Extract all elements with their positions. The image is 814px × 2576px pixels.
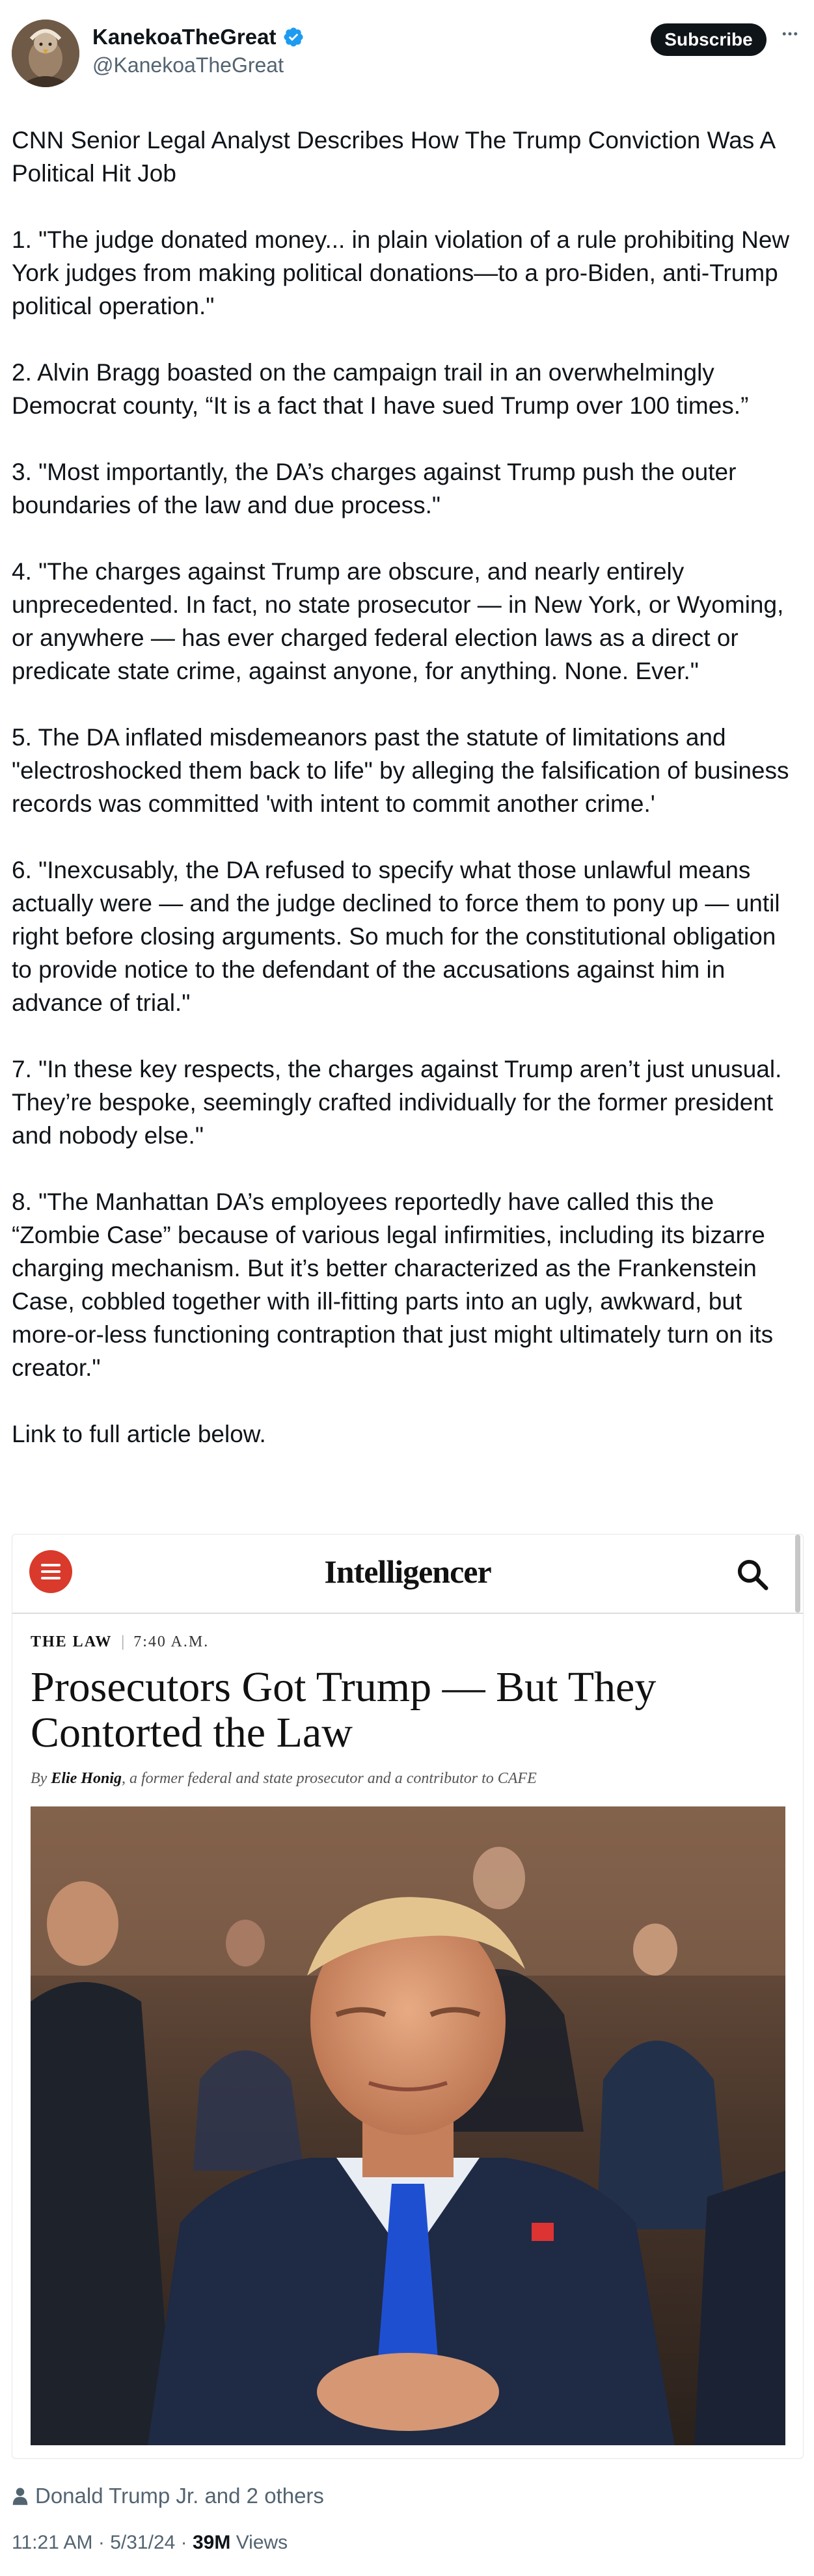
tweet-paragraph: Link to full article below. (12, 1421, 266, 1447)
tweet-paragraph: CNN Senior Legal Analyst Describes How T… (12, 127, 775, 187)
article-byline: By Elie Honig, a former federal and stat… (31, 1770, 537, 1788)
article-screenshot[interactable]: Intelligencer THE LAW | 7:40 A.M. Prosec… (12, 1534, 804, 2459)
tweet-paragraph: 3. "Most importantly, the DA’s charges a… (12, 459, 737, 518)
views-label: Views (236, 2532, 288, 2553)
avatar[interactable] (12, 20, 79, 87)
article-kicker: THE LAW | 7:40 A.M. (31, 1633, 209, 1651)
meta-separator: · (180, 2532, 187, 2553)
name-row: KanekoaTheGreat (92, 25, 305, 49)
byline-author: Elie Honig (51, 1770, 122, 1787)
tweet-header: KanekoaTheGreat @KanekoaTheGreat Subscri… (0, 0, 814, 107)
tweet-date[interactable]: 5/31/24 (110, 2532, 175, 2553)
handle[interactable]: @KanekoaTheGreat (92, 53, 284, 77)
tweet-paragraph: 5. The DA inflated misdemeanors past the… (12, 724, 789, 817)
publication-logo: Intelligencer (324, 1553, 491, 1590)
meta-separator: · (98, 2532, 105, 2553)
verified-badge-icon (284, 27, 303, 47)
tweet-paragraph: 2. Alvin Bragg boasted on the campaign t… (12, 359, 749, 419)
avatar-image (12, 20, 79, 87)
search-icon (737, 1559, 768, 1590)
liked-by-text[interactable]: Donald Trump Jr. and 2 others (35, 2484, 324, 2508)
article-headline: Prosecutors Got Trump — But They Contort… (31, 1663, 657, 1756)
tweet-paragraph: 6. "Inexcusably, the DA refused to speci… (12, 857, 780, 1016)
article-nav-bar: Intelligencer (12, 1535, 803, 1614)
tweet-paragraph: 8. "The Manhattan DA’s employees reporte… (12, 1188, 774, 1381)
person-icon (12, 2488, 28, 2505)
scrollbar (795, 1535, 800, 1613)
tweet-paragraph: 4. "The charges against Trump are obscur… (12, 558, 784, 684)
tweet-text: CNN Senior Legal Analyst Describes How T… (12, 124, 802, 1484)
byline-prefix: By (31, 1770, 47, 1787)
article-section: THE LAW (31, 1633, 113, 1650)
article-photo (31, 1806, 785, 2445)
tweet-metadata: 11:21 AM · 5/31/24 · 39M Views (12, 2532, 288, 2554)
tweet-time[interactable]: 11:21 AM (12, 2532, 93, 2553)
byline-suffix: , a former federal and state prosecutor … (122, 1770, 537, 1787)
kicker-divider: | (121, 1633, 125, 1650)
more-options-icon[interactable] (777, 22, 803, 51)
tweet-paragraph: 7. "In these key respects, the charges a… (12, 1056, 782, 1149)
courtroom-photo-illustration (31, 1806, 785, 2445)
liked-by-row[interactable]: Donald Trump Jr. and 2 others (12, 2484, 324, 2508)
tweet-paragraph: 1. "The judge donated money... in plain … (12, 226, 790, 319)
views-count: 39M (193, 2532, 231, 2553)
subscribe-button[interactable]: Subscribe (651, 23, 767, 56)
display-name[interactable]: KanekoaTheGreat (92, 25, 276, 49)
article-time: 7:40 A.M. (133, 1633, 210, 1650)
